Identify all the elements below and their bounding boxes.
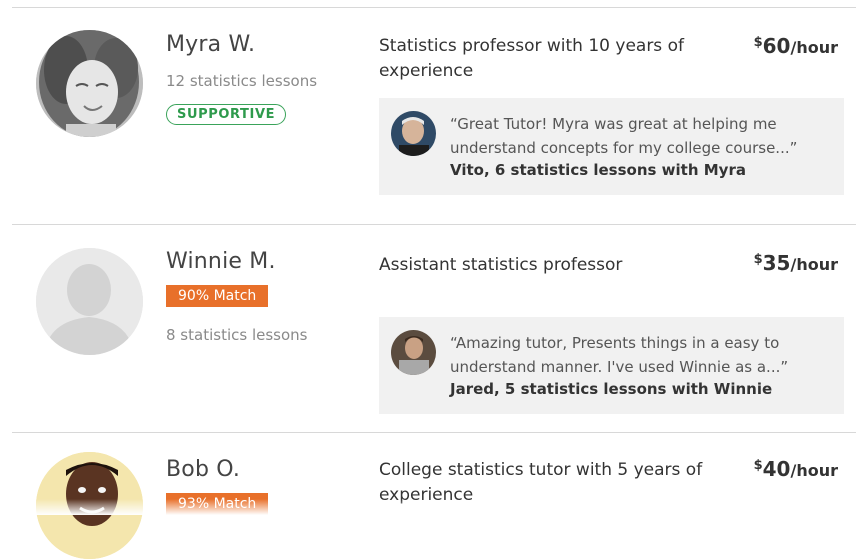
reviewer-photo-icon xyxy=(391,330,436,375)
tutor-lesson-count: 8 statistics lessons xyxy=(166,326,308,344)
price-unit: /hour xyxy=(790,38,838,57)
price-unit: /hour xyxy=(790,255,838,274)
match-badge: 90% Match xyxy=(166,285,269,307)
tutor-price: $40/hour xyxy=(754,457,838,481)
tutor-headline: Assistant statistics professor xyxy=(379,255,623,275)
tutor-price: $60/hour xyxy=(754,34,838,58)
tutor-avatar[interactable] xyxy=(36,30,143,137)
supportive-badge: SUPPORTIVE xyxy=(166,104,287,125)
review-quote: “Amazing tutor, Presents things in a eas… xyxy=(450,334,789,376)
tutor-name[interactable]: Bob O. xyxy=(166,457,240,482)
bottom-fade xyxy=(0,499,856,515)
default-avatar-icon xyxy=(36,248,143,355)
tutor-price: $35/hour xyxy=(754,251,838,275)
tutor-avatar[interactable] xyxy=(36,248,143,355)
reviewer-photo-icon xyxy=(391,111,436,156)
review-box: “Amazing tutor, Presents things in a eas… xyxy=(379,317,844,414)
price-unit: /hour xyxy=(790,461,838,480)
price-amount: 40 xyxy=(762,457,791,481)
tutor-name[interactable]: Winnie M. xyxy=(166,249,276,274)
review-box: “Great Tutor! Myra was great at helping … xyxy=(379,98,844,195)
reviewer-avatar xyxy=(391,330,436,375)
tutor-photo-myra-icon xyxy=(36,30,143,137)
price-amount: 35 xyxy=(762,251,791,275)
tutor-headline: Statistics professor with 10 years of ex… xyxy=(379,36,684,81)
tutor-name[interactable]: Myra W. xyxy=(166,32,255,57)
price-amount: 60 xyxy=(762,34,791,58)
price-currency: $ xyxy=(753,252,763,267)
review-author: Vito, 6 statistics lessons with Myra xyxy=(450,161,746,179)
tutor-lesson-count: 12 statistics lessons xyxy=(166,72,318,90)
review-author: Jared, 5 statistics lessons with Winnie xyxy=(450,380,773,398)
reviewer-avatar xyxy=(391,111,436,156)
price-currency: $ xyxy=(753,458,763,473)
review-quote: “Great Tutor! Myra was great at helping … xyxy=(450,115,798,157)
price-currency: $ xyxy=(753,35,763,50)
tutor-card-myra[interactable]: Myra W. 12 statistics lessons SUPPORTIVE… xyxy=(0,0,856,224)
tutor-card-winnie[interactable]: Winnie M. 90% Match 8 statistics lessons… xyxy=(0,224,856,432)
